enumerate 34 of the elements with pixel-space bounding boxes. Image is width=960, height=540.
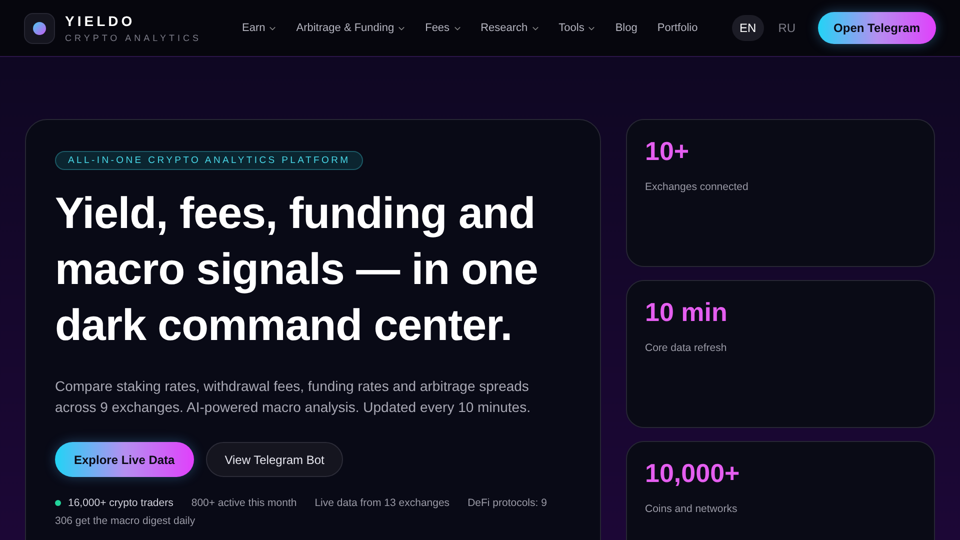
hero-description: Compare staking rates, withdrawal fees, funding rates and arbitrage spreads across 9 exchanges. AI-powered macro analysis. Updated every 10 minutes.	[55, 377, 532, 417]
language-button[interactable]: RU	[770, 15, 804, 41]
proof-text: DeFi protocols: 9	[468, 497, 547, 509]
hero-title: Yield, fees, funding and macro signals — in one dark command center.	[55, 188, 539, 352]
stat-label: Exchanges connected	[645, 181, 750, 193]
chevron-icon	[454, 26, 461, 30]
stat-value: 10 min	[645, 296, 728, 328]
nav-link[interactable]: Tools	[558, 22, 596, 34]
logo-icon[interactable]	[24, 12, 55, 44]
nav-link[interactable]: Blog	[615, 22, 638, 34]
nav-link[interactable]: Research	[480, 22, 539, 34]
chevron-icon	[588, 26, 596, 30]
stat-value: 10+	[645, 135, 690, 167]
explore-button[interactable]: Explore Live Data	[55, 442, 194, 477]
chevron-icon	[532, 26, 539, 30]
nav-link[interactable]: Portfolio	[657, 22, 698, 34]
nav-link[interactable]: Earn	[242, 22, 276, 34]
brand-tagline: CRYPTO ANALYTICS	[65, 32, 202, 42]
stat-label: Coins and networks	[645, 503, 738, 515]
telegram-bot-button[interactable]: View Telegram Bot	[206, 442, 344, 477]
proof-text: 306 get the macro digest daily	[55, 515, 196, 527]
eyebrow-badge: ALL-IN-ONE CRYPTO ANALYTICS PLATFORM	[55, 151, 364, 170]
stat-value: 10,000+	[645, 457, 741, 489]
proof-text: 800+ active this month	[191, 497, 297, 509]
open-telegram-button[interactable]: Open Telegram	[818, 12, 936, 44]
language-button[interactable]: EN	[732, 15, 764, 41]
stat-label: Core data refresh	[645, 342, 728, 354]
brand-name: YIELDO	[65, 14, 136, 28]
proof-text: 16,000+ crypto traders	[68, 497, 174, 509]
nav-link[interactable]: Fees	[425, 22, 461, 34]
chevron-icon	[398, 26, 406, 30]
chevron-icon	[269, 26, 276, 30]
nav-link[interactable]: Arbitrage & Funding	[296, 22, 406, 34]
proof-text: Live data from 13 exchanges	[314, 497, 450, 509]
